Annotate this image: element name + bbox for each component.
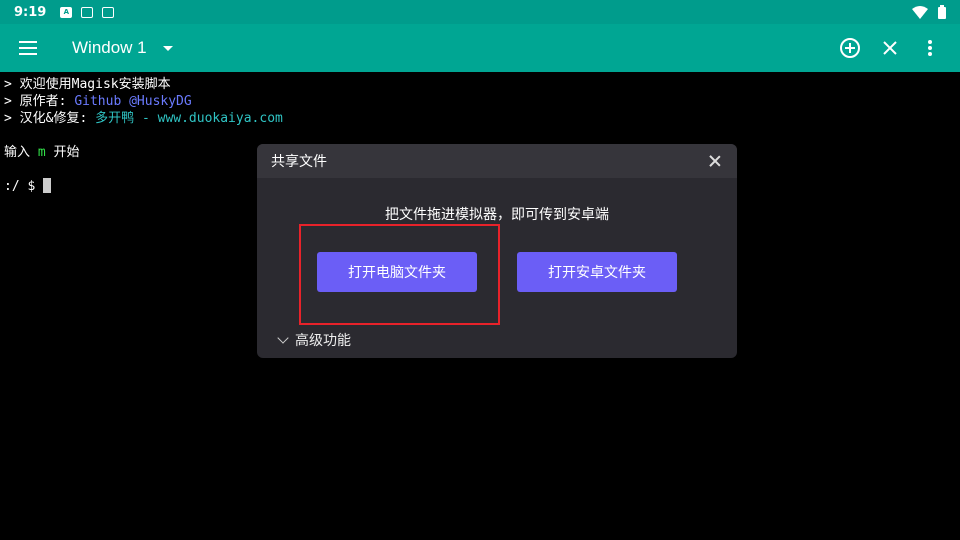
terminal-prompt: :/ $ xyxy=(4,179,44,194)
add-circle-icon xyxy=(840,38,860,58)
close-icon xyxy=(883,41,897,55)
terminal-text: > 汉化&修复: xyxy=(4,111,96,126)
translator-link-text: 多开鸭 - www.duokaiya.com xyxy=(95,111,283,126)
terminal-notification-icon xyxy=(102,6,115,18)
terminal-text: > 欢迎使用Magisk安装脚本 xyxy=(4,77,171,92)
wifi-icon xyxy=(912,5,928,19)
status-time: 9:19 xyxy=(14,4,47,20)
terminal-text: 输入 xyxy=(4,145,38,160)
open-android-folder-button[interactable]: 打开安卓文件夹 xyxy=(517,252,677,292)
terminal-output[interactable]: > 欢迎使用Magisk安装脚本 > 原作者: Github @HuskyDG … xyxy=(4,76,283,195)
terminal-line: > 汉化&修复: 多开鸭 - www.duokaiya.com xyxy=(4,110,283,127)
terminal-text: > 原作者: xyxy=(4,94,75,109)
app-bar: Window 1 xyxy=(0,24,960,72)
dialog-title: 共享文件 xyxy=(271,154,327,170)
close-window-button[interactable] xyxy=(870,28,910,68)
author-link-text: Github @HuskyDG xyxy=(74,94,192,109)
menu-icon[interactable] xyxy=(0,24,56,72)
terminal-cursor xyxy=(43,178,52,193)
dialog-close-icon[interactable] xyxy=(707,153,723,169)
app-bar-actions xyxy=(830,28,950,68)
more-vert-icon xyxy=(928,40,932,56)
terminal-line: 输入 m 开始 xyxy=(4,144,283,161)
terminal-line: > 原作者: Github @HuskyDG xyxy=(4,93,283,110)
highlight-box xyxy=(299,224,500,325)
status-right xyxy=(912,5,946,19)
window-dropdown-icon[interactable] xyxy=(162,45,173,51)
terminal-text: 开始 xyxy=(45,145,80,160)
more-options-button[interactable] xyxy=(910,28,950,68)
advanced-toggle[interactable]: 高级功能 xyxy=(277,330,351,350)
start-key-text: m xyxy=(37,145,46,160)
dialog-header: 共享文件 xyxy=(257,144,737,178)
dialog-hint: 把文件拖进模拟器，即可传到安卓端 xyxy=(385,207,609,223)
battery-icon xyxy=(938,5,946,19)
a-notification-icon: A xyxy=(60,6,73,18)
advanced-label: 高级功能 xyxy=(295,333,351,349)
add-window-button[interactable] xyxy=(830,28,870,68)
terminal-line: > 欢迎使用Magisk安装脚本 xyxy=(4,76,283,93)
share-files-dialog: 共享文件 把文件拖进模拟器，即可传到安卓端 打开电脑文件夹 打开安卓文件夹 高级… xyxy=(257,144,737,358)
terminal-prompt-line: :/ $ xyxy=(4,178,283,195)
keyboard-icon xyxy=(81,6,94,18)
chevron-down-icon xyxy=(277,332,289,344)
status-bar: 9:19 A xyxy=(0,0,960,24)
window-title[interactable]: Window 1 xyxy=(72,38,147,58)
